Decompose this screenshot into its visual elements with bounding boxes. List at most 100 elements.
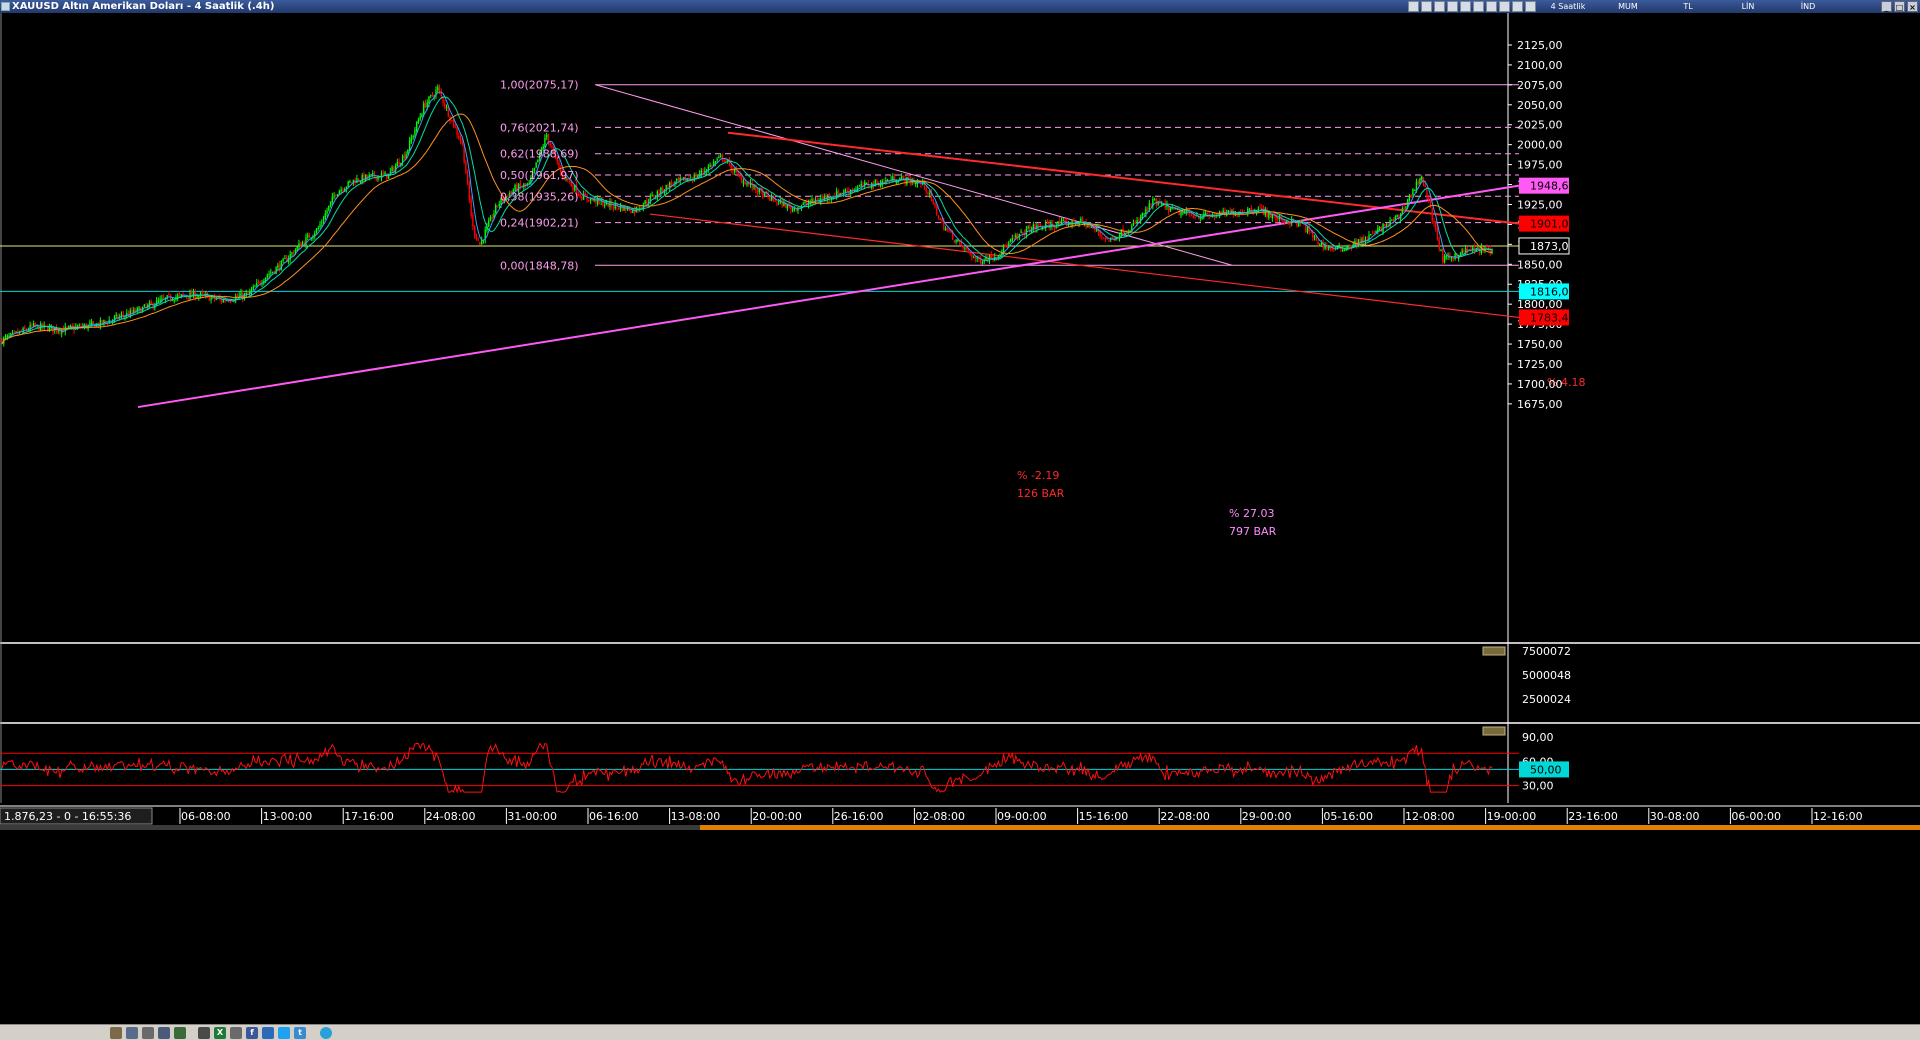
share-icon[interactable]	[262, 1027, 274, 1039]
candle-body	[277, 265, 279, 268]
candle-body	[215, 298, 218, 300]
facebook-icon[interactable]: f	[246, 1027, 258, 1039]
time-label: 24-08:00	[426, 810, 476, 823]
candle-body	[408, 140, 411, 151]
tab-currency[interactable]: TL	[1658, 0, 1718, 13]
candle-body	[1011, 238, 1014, 241]
candle-body	[415, 122, 418, 132]
tool-icon[interactable]	[1408, 1, 1419, 12]
close-icon[interactable]: ×	[1907, 1, 1918, 12]
candle-body	[1463, 250, 1465, 253]
candle-body	[528, 182, 530, 184]
candle-body	[716, 159, 718, 161]
price-label: 2075,00	[1517, 79, 1563, 92]
candle-body	[927, 192, 929, 194]
link-icon[interactable]: t	[294, 1027, 306, 1039]
candle-body	[549, 143, 551, 146]
candle-body	[856, 187, 859, 189]
candle-body	[372, 173, 374, 175]
candle-body	[1059, 220, 1061, 225]
candle-body	[359, 181, 362, 183]
price-label: 1725,00	[1517, 358, 1563, 371]
tool-icon[interactable]	[1421, 1, 1432, 12]
tab-period[interactable]: 4 Saatlik	[1538, 0, 1598, 13]
candle-body	[361, 175, 363, 182]
scrollbar-thumb[interactable]	[700, 825, 1920, 830]
save-icon[interactable]	[126, 1027, 138, 1039]
price-label: 1700,00	[1517, 378, 1563, 391]
toolbar-tabs: 4 Saatlik MUM TL LİN İND	[1538, 0, 1838, 13]
candle-body	[821, 197, 824, 199]
candle-body	[271, 271, 274, 273]
panel-frames	[0, 13, 1920, 807]
camera-icon[interactable]	[198, 1027, 210, 1039]
candle-body	[1310, 231, 1312, 233]
candle-body	[965, 248, 968, 250]
minimize-icon[interactable]: _	[1881, 1, 1892, 12]
tool-icon[interactable]	[1486, 1, 1497, 12]
chart-annotation: % -2.19	[1017, 469, 1059, 482]
candle-body	[1348, 245, 1351, 247]
tool-icon[interactable]	[1499, 1, 1510, 12]
candle-body	[13, 331, 15, 333]
copy-icon[interactable]	[142, 1027, 154, 1039]
candle-body	[1074, 224, 1077, 226]
candle-body	[11, 332, 14, 334]
candle-body	[270, 272, 272, 274]
candle-body	[1101, 235, 1103, 237]
candle-body	[846, 190, 848, 192]
tab-chart-type[interactable]: MUM	[1598, 0, 1658, 13]
tool-icon[interactable]	[1447, 1, 1458, 12]
candle-body	[315, 228, 318, 233]
tool-icon[interactable]	[1434, 1, 1445, 12]
candle-body	[702, 171, 704, 173]
tool-icon[interactable]	[1473, 1, 1484, 12]
candle-body	[459, 137, 462, 142]
candle-body	[307, 235, 309, 237]
candle-body	[173, 300, 175, 302]
chart-canvas[interactable]: 1,00(2075,17) 0,76(2021,74) 0,62(1988,69) 0…	[0, 13, 1920, 1024]
candle-body	[349, 181, 351, 183]
candle-body	[1410, 195, 1412, 197]
candle-body	[1081, 219, 1084, 222]
export-icon[interactable]	[230, 1027, 242, 1039]
tool-icon[interactable]	[1512, 1, 1523, 12]
tool-icon[interactable]	[1460, 1, 1471, 12]
tab-indicators[interactable]: İND	[1778, 0, 1838, 13]
twitter-icon[interactable]	[278, 1027, 290, 1039]
candle-body	[298, 243, 300, 248]
candle-body	[1296, 223, 1298, 226]
candle-body	[1436, 228, 1439, 241]
candle-body	[498, 203, 500, 206]
candle-body	[454, 127, 457, 129]
excel-icon[interactable]: X	[214, 1027, 226, 1039]
candle-body	[858, 185, 861, 187]
candle-body	[1104, 238, 1107, 240]
candle-body	[1099, 232, 1101, 235]
time-label: 06-00:00	[1731, 810, 1781, 823]
candle-body	[10, 333, 12, 335]
tab-scale[interactable]: LİN	[1718, 0, 1778, 13]
candle-body	[763, 192, 766, 197]
candle-body	[718, 156, 720, 159]
open-icon[interactable]	[110, 1027, 122, 1039]
candle-body	[419, 116, 421, 120]
fib-label: 0,62(1988,69)	[500, 148, 579, 161]
candle-body	[437, 87, 439, 91]
candle-body	[461, 141, 464, 144]
candle-body	[99, 319, 102, 327]
candle-body	[424, 103, 427, 108]
candle-body	[1002, 245, 1005, 253]
time-label: 17-16:00	[344, 810, 394, 823]
time-label: 12-08:00	[1405, 810, 1455, 823]
candle-body	[1373, 232, 1375, 234]
tool-icon[interactable]	[1525, 1, 1536, 12]
candle-body	[382, 173, 384, 175]
print-icon[interactable]	[174, 1027, 186, 1039]
candle-body	[407, 149, 409, 154]
restore-icon[interactable]: □	[1894, 1, 1905, 12]
candle-body	[1319, 245, 1321, 247]
candle-body	[950, 231, 952, 233]
email-icon[interactable]	[158, 1027, 170, 1039]
skype-icon[interactable]	[320, 1027, 332, 1039]
